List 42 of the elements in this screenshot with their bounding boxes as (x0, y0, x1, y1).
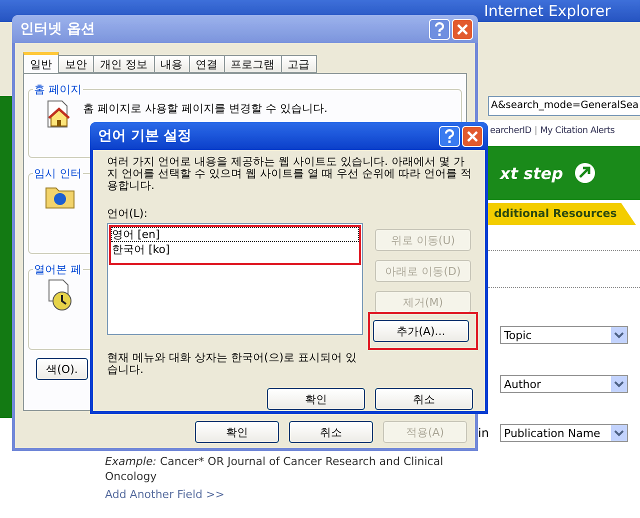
resources-tab[interactable]: dditional Resources (488, 203, 636, 225)
example-text: Example: Cancer* OR Journal of Cancer Research and Clinical Oncology (105, 454, 444, 484)
window-title: Internet Explorer (484, 2, 611, 20)
language-item[interactable]: 한국어 [ko] (111, 242, 359, 257)
tab[interactable]: 프로그램 (224, 55, 282, 73)
tab[interactable]: 고급 (280, 55, 316, 73)
tab[interactable]: 보안 (58, 55, 94, 73)
field-select[interactable]: Publication Name (500, 424, 628, 442)
dialog-button[interactable]: 취소 (375, 388, 473, 410)
tab[interactable]: 개인 정보 (93, 55, 154, 73)
dialog-button[interactable]: 취소 (289, 421, 373, 443)
tab[interactable]: 내용 (154, 55, 190, 73)
list-label: 언어(L): (107, 206, 148, 221)
group-title: 임시 인터 (33, 166, 82, 181)
window-title: 인터넷 옵션 (20, 20, 96, 38)
note-text: 현재 메뉴와 대화 상자는 한국어(으)로 표시되어 있습니다. (107, 352, 358, 378)
group-title: 열어본 페 (33, 262, 82, 277)
group-title: 홈 페이지 (33, 82, 82, 97)
nav-link[interactable]: earcherID (490, 126, 532, 136)
language-list[interactable]: 영어 [en] 한국어 [ko] (107, 223, 363, 335)
help-icon[interactable] (429, 18, 450, 40)
side-button[interactable]: 추가(A)... (373, 320, 469, 342)
language-item[interactable]: 영어 [en] (111, 227, 359, 242)
in-label: in (478, 426, 490, 440)
dialog-button[interactable]: 확인 (195, 421, 279, 443)
close-icon[interactable] (452, 18, 473, 40)
add-field-link[interactable]: Add Another Field >> (105, 488, 224, 501)
separator: | (534, 126, 538, 136)
close-icon[interactable] (462, 126, 483, 146)
description-text: 여러 가지 언어로 내용을 제공하는 웹 사이트도 있습니다. 아래에서 몇 가지 언어를 선택할 수 있으며 웹 사이트를 열 때 우선 순위에 따라 언어를 적용합니다. (107, 156, 472, 194)
field-select[interactable]: Topic (500, 326, 628, 344)
help-icon[interactable] (439, 126, 460, 146)
banner-text: xt step (500, 164, 564, 182)
dialog-button[interactable]: 확인 (267, 388, 365, 410)
tab[interactable]: 일반 (23, 52, 59, 73)
tab[interactable]: 연결 (188, 55, 224, 73)
group-description: 홈 페이지로 사용할 페이지를 변경할 수 있습니다. (83, 101, 328, 116)
nav-link[interactable]: My Citation Alerts (540, 126, 615, 136)
color-button[interactable]: 색(O). (36, 358, 88, 380)
window-title: 언어 기본 설정 (98, 127, 193, 145)
address-field[interactable]: A&search_mode=GeneralSea (488, 96, 640, 116)
field-select[interactable]: Author (500, 375, 628, 393)
